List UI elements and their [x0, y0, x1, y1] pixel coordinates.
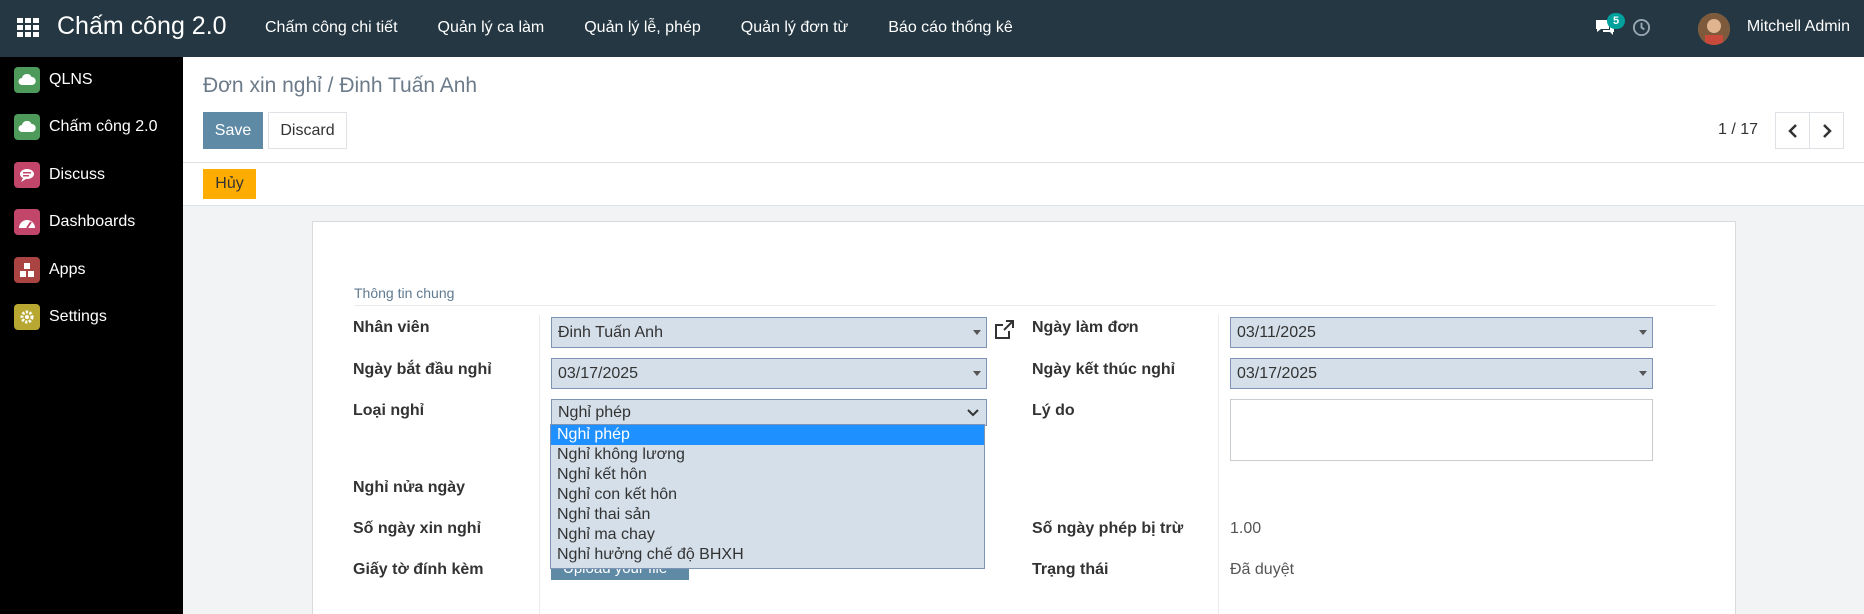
top-menu: Chấm công chi tiết Quản lý ca làm Quản l… [245, 0, 1033, 57]
caret-down-icon [973, 371, 981, 376]
sidebar-item-apps[interactable]: Apps [14, 256, 85, 284]
user-name[interactable]: Mitchell Admin [1747, 18, 1850, 36]
app-brand[interactable]: Chấm công 2.0 [57, 12, 227, 41]
cloud-icon [14, 67, 40, 93]
sidebar-item-label: Settings [49, 308, 107, 325]
save-button[interactable]: Save [203, 112, 263, 149]
sidebar-item-dashboards[interactable]: Dashboards [14, 208, 135, 236]
request-date-label: Ngày làm đơn [1032, 319, 1139, 336]
sidebar-item-label: QLNS [49, 71, 93, 88]
sidebar-item-label: Apps [49, 261, 86, 278]
discard-button[interactable]: Discard [268, 112, 347, 149]
cubes-icon [14, 257, 40, 283]
activity-clock-icon[interactable] [1632, 18, 1651, 37]
sidebar-item-qlns[interactable]: QLNS [14, 66, 93, 94]
caret-down-icon [1639, 371, 1647, 376]
app-sidebar: QLNS Chấm công 2.0 Discuss Dashboards Ap… [0, 57, 183, 614]
sidebar-item-label: Dashboards [49, 213, 136, 230]
leave-type-option[interactable]: Nghỉ thai sản [551, 505, 984, 525]
employee-label: Nhân viên [353, 319, 430, 336]
menu-quan-ly-le-phep[interactable]: Quản lý lễ, phép [564, 0, 721, 57]
messages-count-badge: 5 [1607, 13, 1625, 29]
leave-type-dropdown-list: Nghỉ phép Nghỉ không lương Nghỉ kết hôn … [550, 424, 985, 569]
reason-textarea[interactable] [1230, 399, 1653, 461]
menu-quan-ly-don-tu[interactable]: Quản lý đơn từ [721, 0, 868, 57]
request-date-value: 03/11/2025 [1237, 324, 1316, 341]
leave-type-option[interactable]: Nghỉ con kết hôn [551, 485, 984, 505]
start-date-value: 03/17/2025 [558, 365, 639, 382]
group-divider [354, 305, 1716, 306]
end-date-value: 03/17/2025 [1237, 365, 1318, 382]
user-avatar[interactable] [1698, 13, 1730, 45]
caret-down-icon [973, 330, 981, 335]
menu-bao-cao-thong-ke[interactable]: Báo cáo thống kê [868, 0, 1033, 57]
pager-counter[interactable]: 1 / 17 [1718, 121, 1758, 139]
leave-type-select[interactable]: Nghỉ phép [551, 399, 987, 426]
external-link-icon[interactable] [993, 319, 1015, 341]
chat-bubble-icon [14, 162, 40, 188]
menu-cham-cong-chi-tiet[interactable]: Chấm công chi tiết [245, 0, 418, 57]
state-label: Trạng thái [1032, 561, 1109, 578]
status-bar: Hủy [183, 163, 1864, 206]
chevron-down-icon [967, 409, 979, 417]
start-date-input[interactable]: 03/17/2025 [551, 358, 987, 389]
pager-previous-button[interactable] [1775, 112, 1810, 149]
sidebar-item-discuss[interactable]: Discuss [14, 161, 105, 189]
breadcrumb[interactable]: Đơn xin nghỉ / Đinh Tuấn Anh [203, 74, 477, 98]
group-title: Thông tin chung [354, 285, 455, 301]
employee-select[interactable]: Đinh Tuấn Anh [551, 317, 987, 348]
apps-menu-icon[interactable] [17, 18, 39, 38]
top-navbar: Chấm công 2.0 Chấm công chi tiết Quản lý… [0, 0, 1864, 57]
request-date-input[interactable]: 03/11/2025 [1230, 317, 1653, 348]
control-panel: Đơn xin nghỉ / Đinh Tuấn Anh Save Discar… [183, 57, 1864, 163]
leave-type-option[interactable]: Nghỉ ma chay [551, 525, 984, 545]
start-date-label: Ngày bắt đầu nghỉ [353, 361, 492, 378]
employee-value: Đinh Tuấn Anh [558, 324, 663, 341]
pager-next-button[interactable] [1809, 112, 1844, 149]
sidebar-item-settings[interactable]: Settings [14, 303, 107, 331]
leave-type-option[interactable]: Nghỉ không lương [551, 445, 984, 465]
leave-type-option[interactable]: Nghỉ hưởng chế độ BHXH [551, 545, 984, 565]
cloud-icon [14, 114, 40, 140]
attachment-label: Giấy tờ đính kèm [353, 561, 484, 578]
leave-type-label: Loại nghỉ [353, 402, 425, 419]
end-date-input[interactable]: 03/17/2025 [1230, 358, 1653, 389]
reason-label: Lý do [1032, 402, 1075, 419]
menu-quan-ly-ca-lam[interactable]: Quản lý ca làm [418, 0, 565, 57]
form-sheet: Thông tin chung Nhân viên Ngày bắt đầu n… [312, 221, 1736, 614]
end-date-label: Ngày kết thúc nghỉ [1032, 361, 1176, 378]
cancel-request-button[interactable]: Hủy [203, 169, 256, 199]
deducted-days-label: Số ngày phép bị trừ [1032, 520, 1184, 537]
column-divider [539, 315, 540, 614]
sidebar-item-cham-cong[interactable]: Chấm công 2.0 [14, 113, 158, 141]
gauge-icon [14, 209, 40, 235]
leave-type-option[interactable]: Nghỉ phép [551, 425, 984, 445]
leave-type-option[interactable]: Nghỉ kết hôn [551, 465, 984, 485]
chevron-left-icon [1787, 123, 1797, 138]
chevron-right-icon [1822, 123, 1832, 138]
deducted-days-value: 1.00 [1230, 520, 1262, 537]
sidebar-item-label: Chấm công 2.0 [49, 118, 158, 135]
caret-down-icon [1639, 330, 1647, 335]
column-divider [1218, 315, 1219, 614]
state-value: Đã duyệt [1230, 561, 1295, 578]
leave-type-value: Nghỉ phép [558, 404, 631, 421]
gear-icon [14, 304, 40, 330]
half-day-label: Nghỉ nửa ngày [353, 479, 466, 496]
sidebar-item-label: Discuss [49, 166, 106, 183]
days-requested-label: Số ngày xin nghỉ [353, 520, 482, 537]
